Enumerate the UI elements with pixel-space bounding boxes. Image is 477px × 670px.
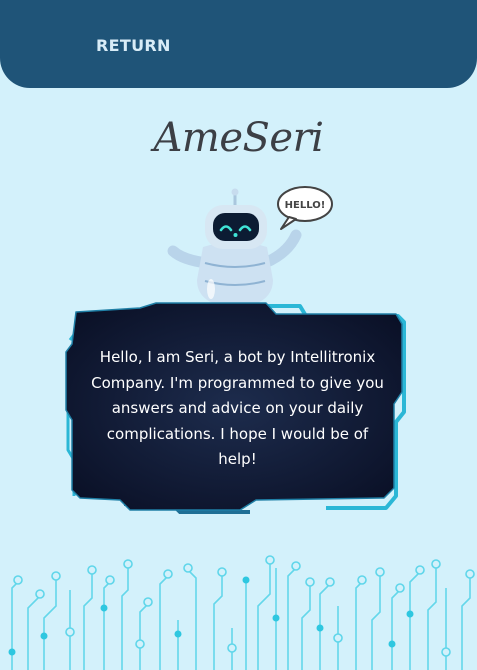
return-button[interactable]: RETURN xyxy=(96,36,171,55)
app-logo: AmeSeri xyxy=(153,115,324,161)
circuit-decoration xyxy=(8,555,475,670)
top-bar: RETURN xyxy=(0,0,477,88)
speech-bubble: HELLO! xyxy=(277,186,333,230)
robot-illustration: HELLO! xyxy=(167,186,333,308)
speech-bubble-text: HELLO! xyxy=(285,200,326,211)
welcome-message: Hello, I am Seri, a bot by Intellitronix… xyxy=(91,348,384,468)
